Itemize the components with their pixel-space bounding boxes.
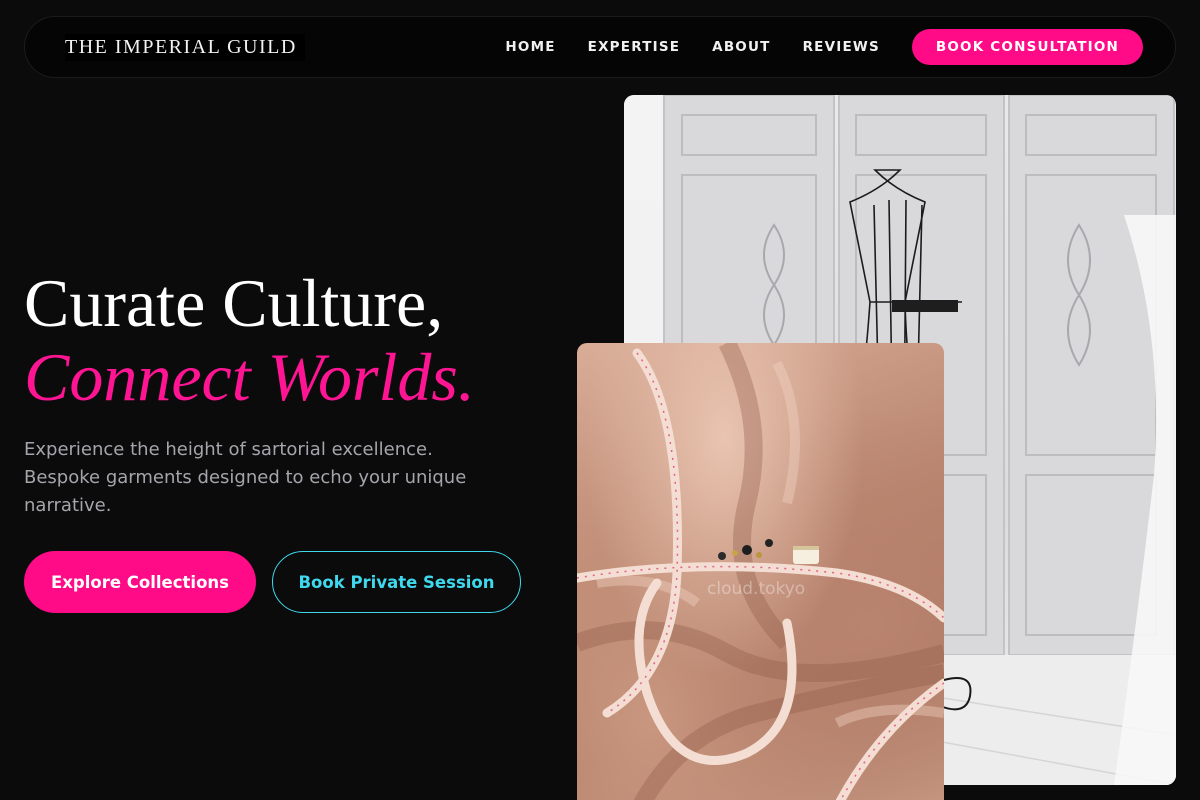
top-navigation: THE IMPERIAL GUILD HOME EXPERTISE ABOUT … — [24, 16, 1176, 78]
nav-link-about[interactable]: ABOUT — [712, 39, 770, 55]
book-private-session-button[interactable]: Book Private Session — [272, 551, 521, 613]
nav-links: HOME EXPERTISE ABOUT REVIEWS BOOK CONSUL… — [505, 29, 1143, 65]
fabric-tape-illustration — [577, 343, 944, 800]
nav-link-home[interactable]: HOME — [505, 39, 555, 55]
hero-subtitle: Experience the height of sartorial excel… — [24, 439, 467, 516]
nav-link-expertise[interactable]: EXPERTISE — [588, 39, 681, 55]
book-consultation-button[interactable]: BOOK CONSULTATION — [911, 29, 1143, 65]
explore-collections-button[interactable]: Explore Collections — [24, 551, 256, 613]
hero-title: Curate Culture, Connect Worlds. — [24, 266, 475, 414]
nav-link-reviews[interactable]: REVIEWS — [803, 39, 880, 55]
image-watermark: cloud.tokyo — [707, 579, 806, 599]
brand-logo[interactable]: THE IMPERIAL GUILD — [65, 34, 305, 61]
hero-title-line-1: Curate Culture, — [24, 265, 444, 341]
silk-fabric-tape-measure-image: cloud.tokyo — [577, 343, 944, 800]
hero-title-line-2: Connect Worlds. — [24, 339, 475, 415]
